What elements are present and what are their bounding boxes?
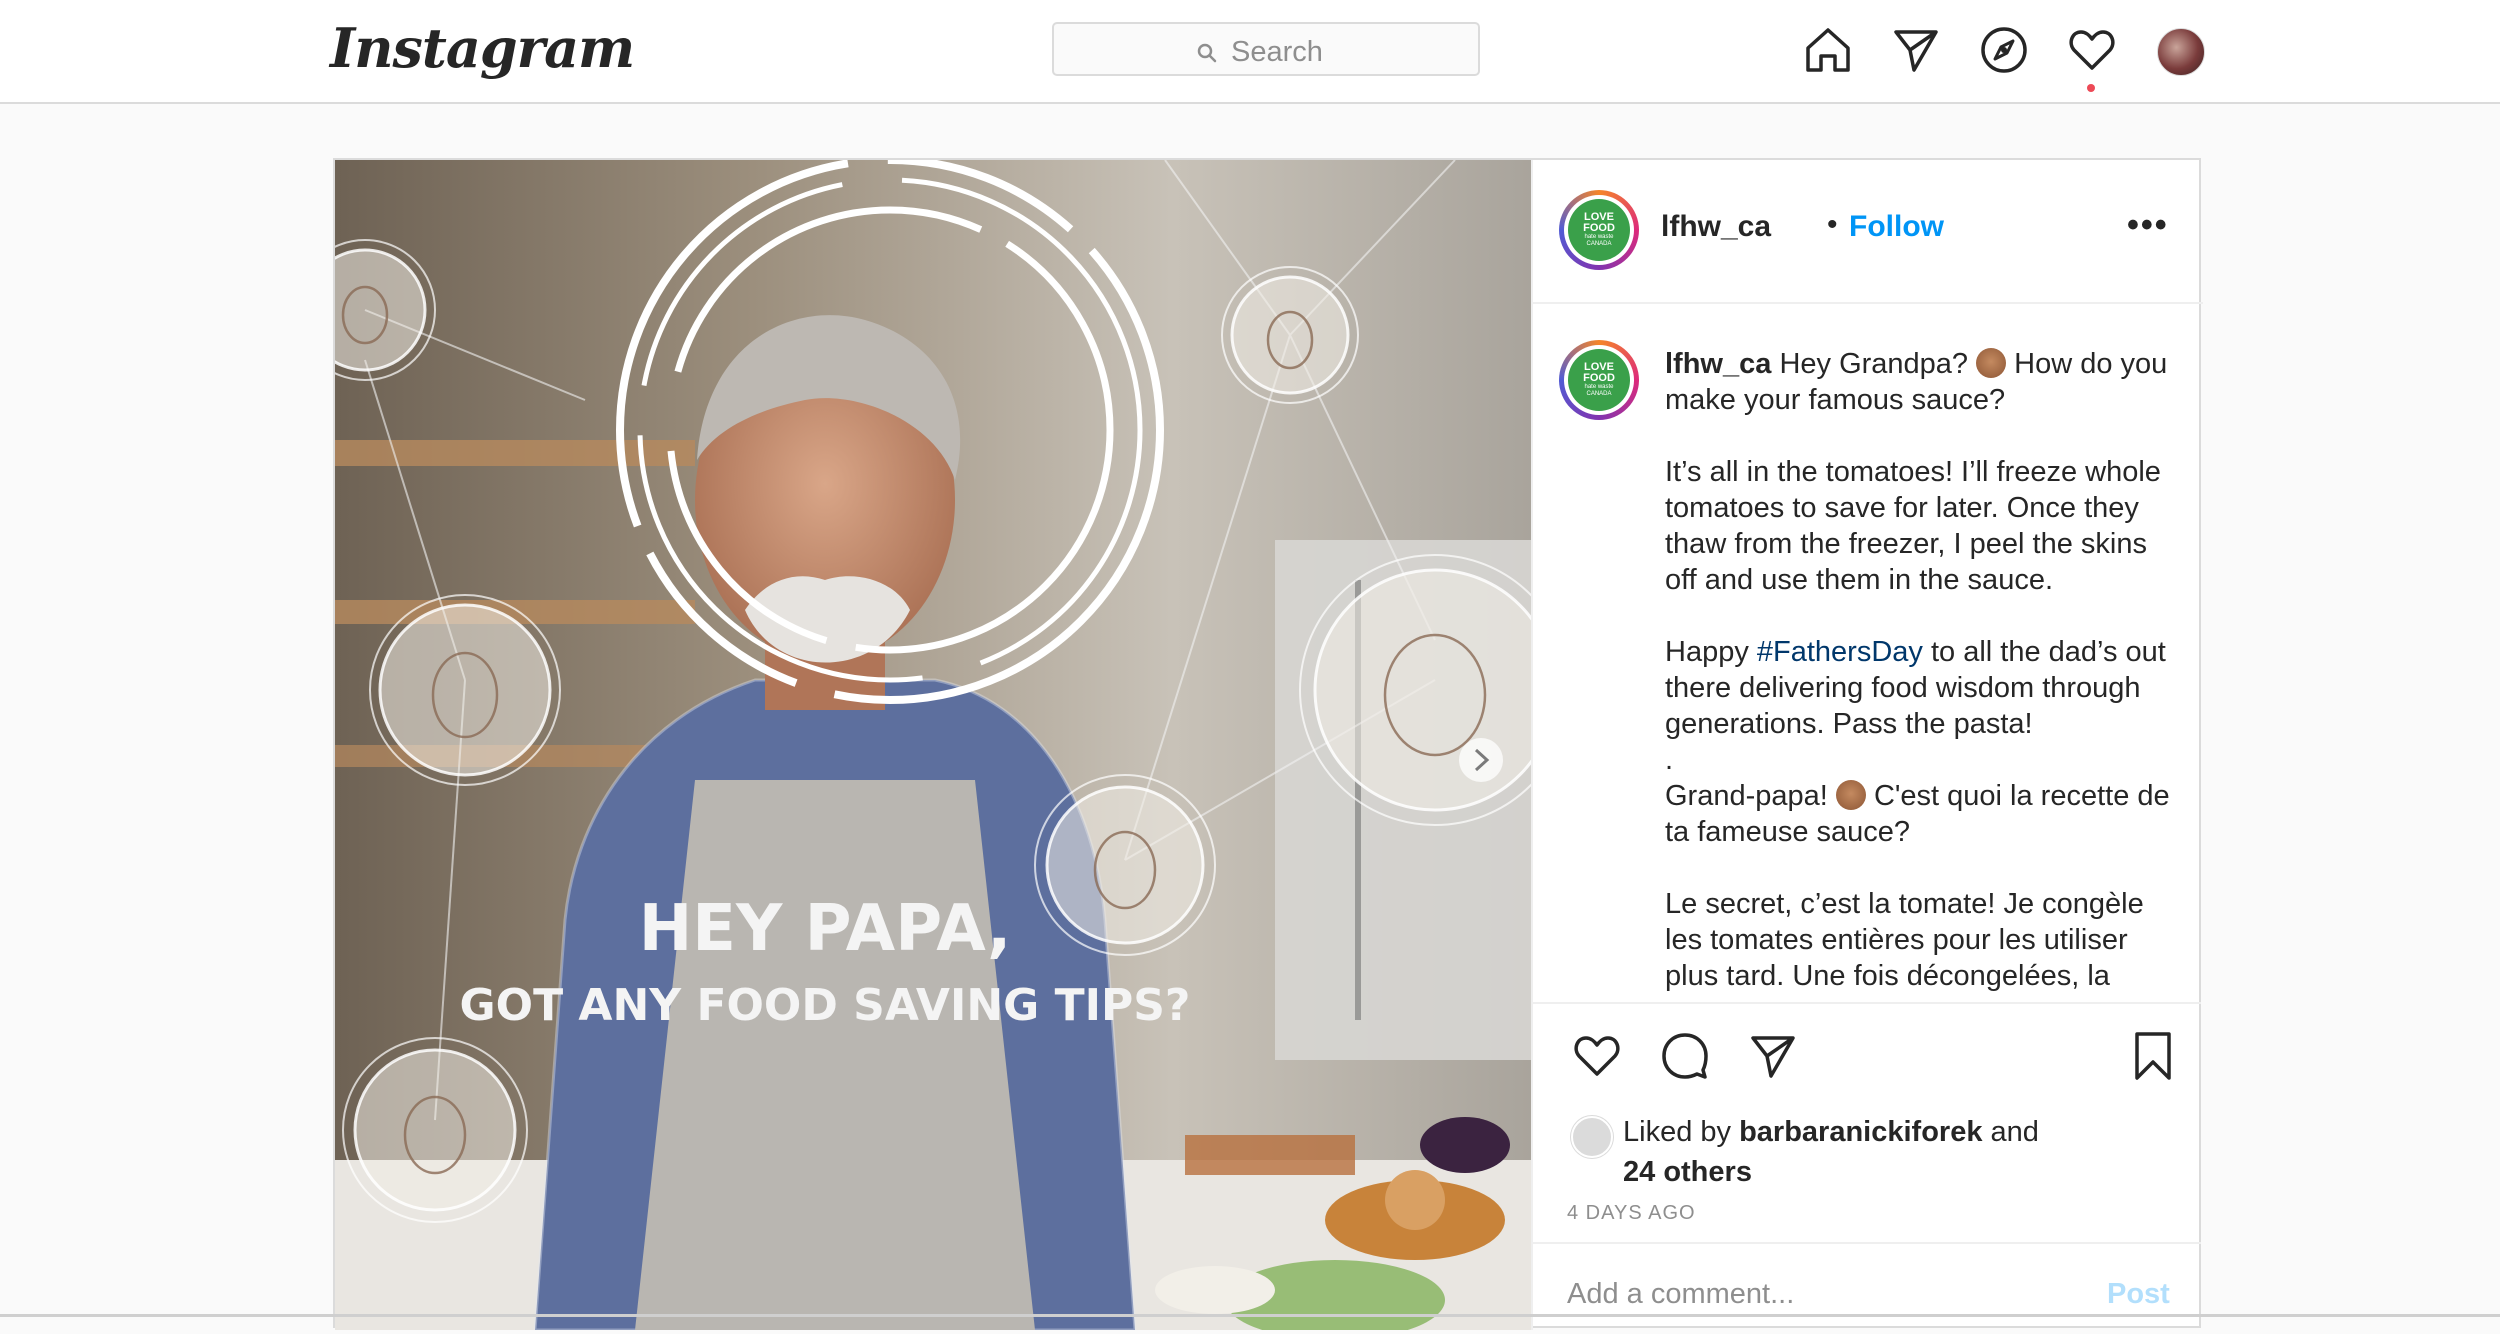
separator-dot: • — [1827, 208, 1838, 241]
comment-icon[interactable] — [1659, 1030, 1711, 1082]
post-illustration: HEY PAPA, GOT ANY FOOD SAVING TIPS? — [335, 160, 1531, 1330]
caption-paragraph: It’s all in the tomatoes! I’ll freeze wh… — [1665, 456, 2161, 596]
next-image-button[interactable] — [1459, 738, 1503, 782]
hashtag-link[interactable]: #FathersDay — [1757, 636, 1923, 668]
add-comment-bar: Post — [1533, 1242, 2201, 1334]
post-timestamp[interactable]: 4 DAYS AGO — [1567, 1202, 1696, 1225]
caption-author-avatar[interactable]: LOVE FOOD hate waste CANADA — [1559, 340, 1639, 420]
more-options-button[interactable]: ••• — [2127, 206, 2169, 245]
direct-icon[interactable] — [1890, 24, 1942, 76]
caption-dot: . — [1665, 744, 1674, 776]
explore-icon[interactable] — [1978, 24, 2030, 76]
love-food-logo: LOVE FOOD hate waste CANADA — [1568, 199, 1630, 261]
home-icon[interactable] — [1802, 24, 1854, 76]
grandpa-emoji-icon — [1976, 348, 2007, 378]
liker-avatar[interactable] — [1571, 1116, 1613, 1158]
caption-username[interactable]: lfhw_ca — [1665, 348, 1771, 380]
post-actions: Liked by barbaranickiforek and 24 others… — [1533, 1002, 2201, 1332]
post-header: LOVE FOOD hate waste CANADA lfhw_ca • Fo… — [1533, 160, 2203, 304]
notification-dot — [2087, 84, 2095, 92]
search-input[interactable] — [1231, 36, 1431, 69]
comments-area[interactable]: LOVE FOOD hate waste CANADA lfhw_ca Hey … — [1533, 302, 2201, 1002]
like-icon[interactable] — [1571, 1030, 1623, 1082]
liker-username[interactable]: barbaranickiforek — [1739, 1116, 1982, 1148]
author-avatar[interactable]: LOVE FOOD hate waste CANADA — [1559, 190, 1639, 270]
image-headline: HEY PAPA, — [639, 892, 1012, 966]
post-sidebar: LOVE FOOD hate waste CANADA lfhw_ca • Fo… — [1531, 160, 2203, 1330]
search-box[interactable] — [1052, 22, 1480, 76]
post-caption: lfhw_ca Hey Grandpa? How do you make you… — [1665, 346, 2175, 1002]
search-icon — [1197, 43, 1217, 62]
grandpa-emoji-icon — [1835, 780, 1866, 810]
author-username[interactable]: lfhw_ca — [1661, 210, 1771, 244]
love-food-logo: LOVE FOOD hate waste CANADA — [1568, 349, 1630, 411]
follow-button[interactable]: Follow — [1849, 210, 1944, 244]
post-card: HEY PAPA, GOT ANY FOOD SAVING TIPS? LOVE… — [333, 158, 2203, 1330]
comment-input[interactable] — [1567, 1278, 2047, 1311]
post-comment-button[interactable]: Post — [2107, 1278, 2170, 1311]
likes-others-link[interactable]: 24 others — [1623, 1156, 1752, 1188]
share-icon[interactable] — [1747, 1030, 1799, 1082]
caption-paragraph: Le secret, c’est la tomate! Je congèle l… — [1665, 888, 2144, 992]
instagram-logo[interactable]: Instagram — [330, 16, 635, 80]
bookmark-icon[interactable] — [2127, 1030, 2179, 1082]
profile-avatar[interactable] — [2157, 28, 2205, 76]
likes-text: Liked by barbaranickiforek and 24 others — [1623, 1116, 2039, 1188]
top-navigation-bar: Instagram — [0, 0, 2500, 104]
activity-icon[interactable] — [2066, 24, 2118, 76]
image-subheadline: GOT ANY FOOD SAVING TIPS? — [460, 980, 1191, 1031]
post-image[interactable]: HEY PAPA, GOT ANY FOOD SAVING TIPS? — [335, 160, 1531, 1330]
